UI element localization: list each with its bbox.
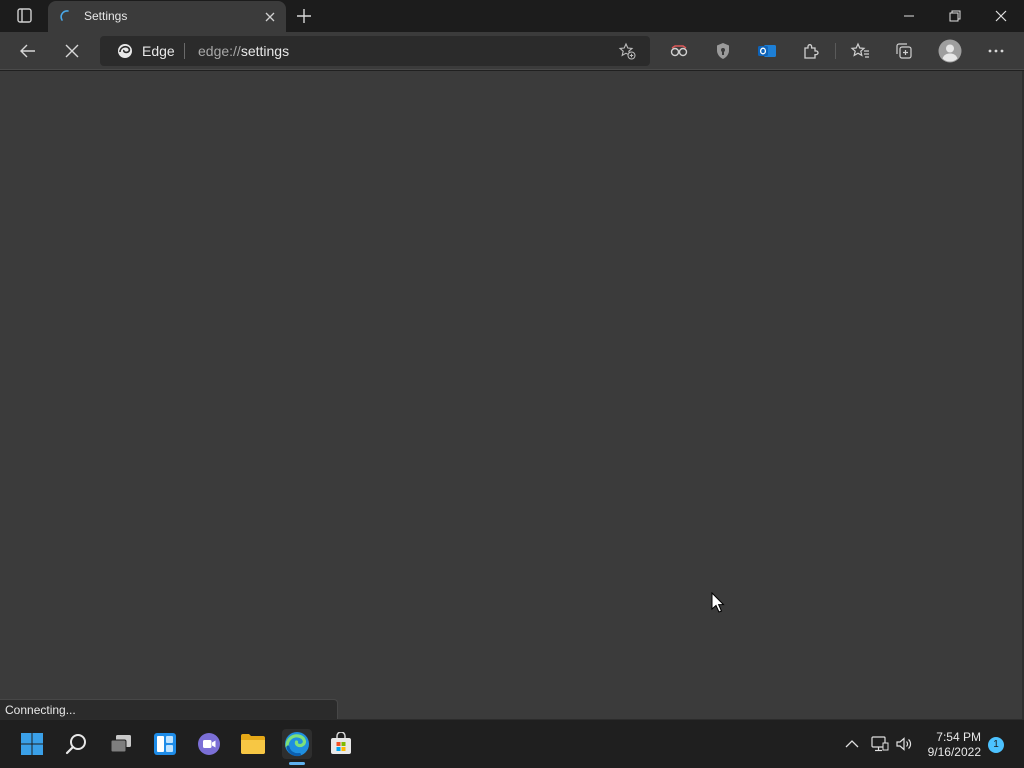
widgets-icon [154, 733, 176, 755]
minimize-icon [904, 15, 914, 17]
collections-button[interactable] [888, 35, 920, 67]
network-button[interactable] [871, 735, 889, 753]
back-button[interactable] [12, 35, 44, 67]
folder-icon [241, 734, 265, 754]
edge-icon [285, 732, 309, 757]
taskbar-clock[interactable]: 7:54 PM 9/16/2022 [928, 730, 981, 760]
restore-button[interactable] [932, 0, 978, 32]
windows-logo-icon [21, 733, 43, 755]
add-favorite-icon [618, 42, 636, 60]
favorites-button[interactable] [844, 35, 876, 67]
task-view-button[interactable] [106, 729, 136, 759]
more-options-button[interactable] [980, 35, 1012, 67]
loading-spinner-icon [60, 10, 69, 21]
close-icon [995, 10, 1007, 22]
show-hidden-icons-button[interactable] [843, 735, 861, 753]
site-identity-label: Edge [142, 43, 175, 59]
active-app-indicator [289, 762, 305, 765]
tab-actions-button[interactable] [10, 7, 38, 25]
clock-date: 9/16/2022 [927, 745, 981, 759]
page-content [0, 71, 1024, 719]
notification-count-badge[interactable]: 1 [988, 737, 1004, 753]
url-text: edge://settings [198, 43, 289, 59]
tab-title: Settings [84, 9, 128, 23]
volume-button[interactable] [895, 735, 913, 753]
store-icon [331, 732, 351, 754]
start-button[interactable] [17, 729, 47, 759]
teams-chat-button[interactable] [194, 729, 224, 759]
stop-loading-button[interactable] [56, 35, 88, 67]
tracking-button[interactable] [663, 35, 695, 67]
back-icon [20, 44, 35, 58]
teams-chat-icon [198, 733, 220, 755]
browser-toolbar: Edge edge://settings [0, 32, 1024, 70]
tab-bar: Settings [0, 0, 1024, 32]
profile-button[interactable] [934, 35, 966, 67]
tracking-icon [670, 45, 688, 57]
search-button[interactable] [61, 729, 91, 759]
address-separator [184, 43, 185, 59]
toolbar-divider [835, 43, 836, 59]
collections-icon [896, 43, 912, 59]
minimize-button[interactable] [886, 0, 932, 32]
desktop-screen: Settings Edge edge://settings Connecting… [0, 0, 1024, 768]
clock-time: 7:54 PM [936, 730, 981, 744]
privacy-shield-button[interactable] [707, 35, 739, 67]
edge-logo-icon [118, 44, 132, 58]
close-window-button[interactable] [978, 0, 1024, 32]
mouse-cursor-icon [711, 592, 725, 613]
speaker-icon [896, 737, 912, 751]
tab-actions-icon [17, 8, 32, 23]
profile-icon [938, 39, 962, 63]
task-view-icon [110, 735, 131, 753]
extensions-icon [804, 44, 819, 59]
taskbar: 7:54 PM 9/16/2022 1 [0, 719, 1024, 768]
search-icon [65, 734, 86, 755]
status-bubble: Connecting... [0, 699, 338, 719]
widgets-button[interactable] [150, 729, 180, 759]
outlook-button[interactable] [751, 35, 783, 67]
restore-icon [949, 10, 961, 22]
new-tab-button[interactable] [294, 6, 314, 26]
file-explorer-button[interactable] [238, 729, 268, 759]
stop-icon [65, 44, 79, 58]
extensions-button[interactable] [795, 35, 827, 67]
edge-taskbar-button[interactable] [282, 729, 312, 759]
close-icon [265, 12, 275, 22]
shield-icon [717, 43, 729, 59]
status-text: Connecting... [5, 703, 76, 717]
tab-close-button[interactable] [262, 9, 278, 25]
tab-settings[interactable]: Settings [48, 1, 286, 32]
url-scheme: edge:// [198, 43, 241, 59]
network-icon [871, 736, 889, 752]
address-bar[interactable]: Edge edge://settings [100, 36, 650, 66]
plus-icon [297, 9, 311, 23]
chevron-up-icon [845, 740, 859, 748]
url-path: settings [240, 43, 290, 59]
favorites-icon [850, 42, 869, 58]
add-favorite-button[interactable] [618, 42, 636, 60]
more-icon [988, 49, 1004, 53]
store-button[interactable] [326, 729, 356, 759]
outlook-icon [758, 45, 776, 57]
